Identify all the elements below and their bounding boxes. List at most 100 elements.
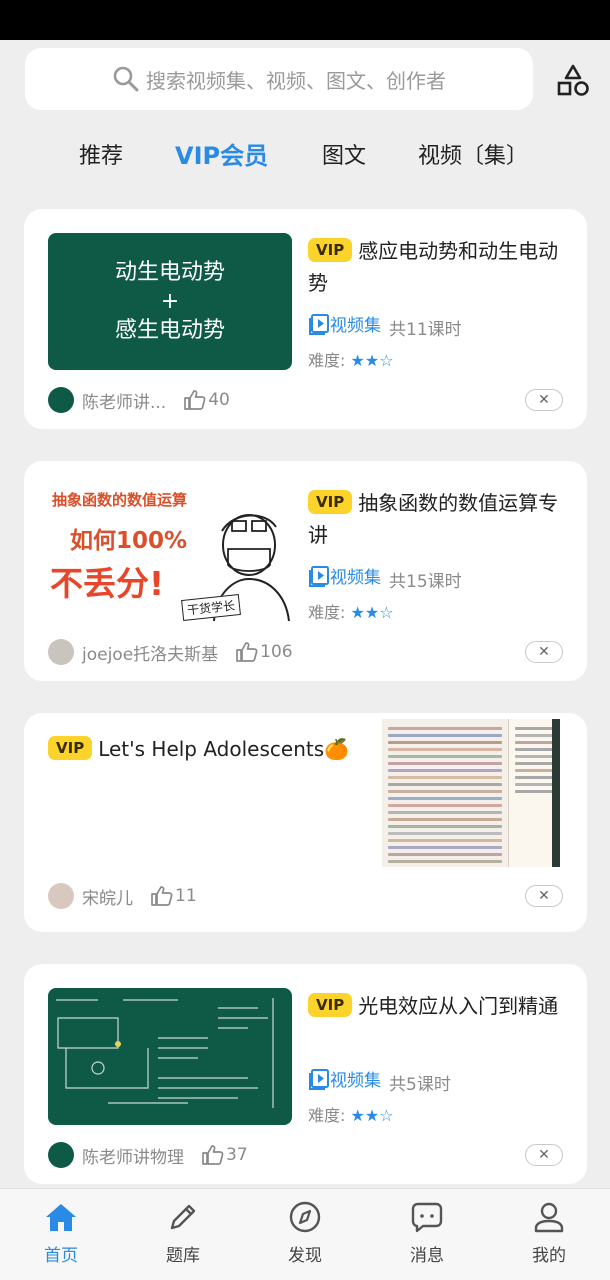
like-number: 106 [260, 642, 293, 662]
tab-vip[interactable]: VIP会员 [175, 136, 268, 171]
thumb-text: + [160, 289, 180, 314]
dismiss-button[interactable]: ✕ [525, 641, 563, 663]
course-title: VIP 光电效应从入门到精通 [308, 990, 570, 1022]
like-count[interactable]: 106 [236, 642, 293, 662]
like-count[interactable]: 11 [151, 886, 197, 906]
close-icon: ✕ [538, 644, 550, 660]
author-name[interactable]: 陈老师讲... [82, 388, 166, 413]
article-title: VIP Let's Help Adolescents🍊 [48, 733, 368, 765]
course-type: 视频集 [330, 1071, 381, 1091]
nav-profile[interactable]: 我的 [504, 1201, 594, 1266]
dismiss-button[interactable]: ✕ [525, 885, 563, 907]
course-meta: 视频集 共5课时 [308, 1066, 451, 1095]
thumb-text: 如何100% [70, 528, 188, 554]
bottom-tab-bar: 首页 题库 发现 消息 我的 [0, 1188, 610, 1280]
thumbs-up-icon [236, 642, 258, 662]
blackboard-sketch-icon [56, 998, 274, 1108]
close-icon: ✕ [538, 392, 550, 408]
nav-label: 首页 [44, 1246, 78, 1266]
vip-badge: VIP [308, 238, 353, 262]
search-input[interactable]: 搜索视频集、视频、图文、创作者 [25, 48, 533, 110]
nav-question-bank[interactable]: 题库 [138, 1201, 228, 1266]
thumb-text: 抽象函数的数值运算 [52, 491, 188, 509]
message-icon [411, 1202, 443, 1233]
course-type: 视频集 [330, 316, 381, 336]
nav-label: 消息 [410, 1246, 444, 1266]
author-row: 陈老师讲物理 37 [48, 1142, 248, 1168]
article-card[interactable]: VIP Let's Help Adolescents🍊 宋皖儿 11 ✕ [24, 713, 587, 932]
course-card[interactable]: VIP 光电效应从入门到精通 视频集 共5课时 难度: ★★☆ 陈老师讲物理 37… [24, 964, 587, 1184]
article-thumbnail [382, 719, 560, 867]
nav-label: 发现 [288, 1246, 322, 1266]
difficulty-label: 难度: [308, 1106, 346, 1125]
thumb-text: 动生电动势 [114, 260, 225, 285]
article-title-text: Let's Help Adolescents🍊 [98, 737, 350, 761]
course-title: VIP 抽象函数的数值运算专讲 [308, 487, 570, 551]
tab-recommend[interactable]: 推荐 [79, 138, 123, 170]
pencil-icon [170, 1204, 196, 1230]
dismiss-button[interactable]: ✕ [525, 1144, 563, 1166]
difficulty: 难度: ★★☆ [308, 1102, 394, 1126]
author-row: joejoe托洛夫斯基 106 [48, 639, 293, 665]
thumb-text: 不丢分! [50, 564, 165, 603]
difficulty: 难度: ★★☆ [308, 599, 394, 623]
video-set-label: 视频集 [308, 311, 381, 336]
course-title: VIP 感应电动势和动生电动势 [308, 235, 570, 299]
course-card[interactable]: 动生电动势 + 感生电动势 VIP 感应电动势和动生电动势 视频集 共11课时 难… [24, 209, 587, 429]
vip-badge: VIP [308, 993, 353, 1017]
like-number: 40 [208, 390, 230, 410]
difficulty: 难度: ★★☆ [308, 347, 394, 371]
nav-discover[interactable]: 发现 [260, 1201, 350, 1266]
difficulty-stars: ★★☆ [350, 1106, 394, 1125]
author-row: 陈老师讲... 40 [48, 387, 230, 413]
video-set-label: 视频集 [308, 563, 381, 588]
nav-label: 我的 [532, 1246, 566, 1266]
tab-videos[interactable]: 视频〔集〕 [418, 138, 528, 170]
close-icon: ✕ [538, 888, 550, 904]
dismiss-button[interactable]: ✕ [525, 389, 563, 411]
lesson-count: 共15课时 [389, 571, 462, 592]
course-thumbnail: 抽象函数的数值运算 如何100% 不丢分! 干货学长 [44, 483, 296, 623]
search-placeholder: 搜索视频集、视频、图文、创作者 [146, 68, 446, 93]
course-thumbnail [48, 988, 292, 1125]
nav-messages[interactable]: 消息 [382, 1201, 472, 1266]
video-set-label: 视频集 [308, 1066, 381, 1091]
course-card[interactable]: 抽象函数的数值运算 如何100% 不丢分! 干货学长 VIP 抽象函数的数值运算专… [24, 461, 587, 681]
video-set-icon [309, 313, 329, 335]
like-number: 11 [175, 886, 197, 906]
lesson-count: 共11课时 [389, 319, 462, 340]
course-meta: 视频集 共11课时 [308, 311, 462, 340]
category-shapes-icon[interactable] [554, 62, 592, 100]
thumbs-up-icon [202, 1145, 224, 1165]
course-type: 视频集 [330, 568, 381, 588]
search-row: 搜索视频集、视频、图文、创作者 [0, 40, 610, 120]
author-name[interactable]: 宋皖儿 [82, 884, 133, 909]
author-row: 宋皖儿 11 [48, 883, 197, 909]
course-meta: 视频集 共15课时 [308, 563, 462, 592]
like-count[interactable]: 37 [202, 1145, 248, 1165]
nav-home[interactable]: 首页 [16, 1201, 106, 1266]
compass-icon [289, 1201, 321, 1233]
course-title-text: 光电效应从入门到精通 [358, 994, 559, 1018]
status-bar [0, 0, 610, 40]
home-icon [46, 1204, 76, 1231]
user-icon [534, 1202, 564, 1233]
video-set-icon [309, 565, 329, 587]
author-name[interactable]: joejoe托洛夫斯基 [82, 640, 218, 665]
tab-articles[interactable]: 图文 [322, 138, 366, 170]
vip-badge: VIP [48, 736, 93, 760]
avatar [48, 639, 74, 665]
video-set-icon [309, 1068, 329, 1090]
like-count[interactable]: 40 [184, 390, 230, 410]
difficulty-label: 难度: [308, 351, 346, 370]
author-name[interactable]: 陈老师讲物理 [82, 1143, 184, 1168]
like-number: 37 [226, 1145, 248, 1165]
close-icon: ✕ [538, 1147, 550, 1163]
nav-label: 题库 [166, 1246, 200, 1266]
difficulty-stars: ★★☆ [350, 603, 394, 622]
vip-badge: VIP [308, 490, 353, 514]
thumbs-up-icon [151, 886, 173, 906]
thumb-text: 感生电动势 [114, 318, 225, 343]
avatar [48, 883, 74, 909]
avatar [48, 387, 74, 413]
